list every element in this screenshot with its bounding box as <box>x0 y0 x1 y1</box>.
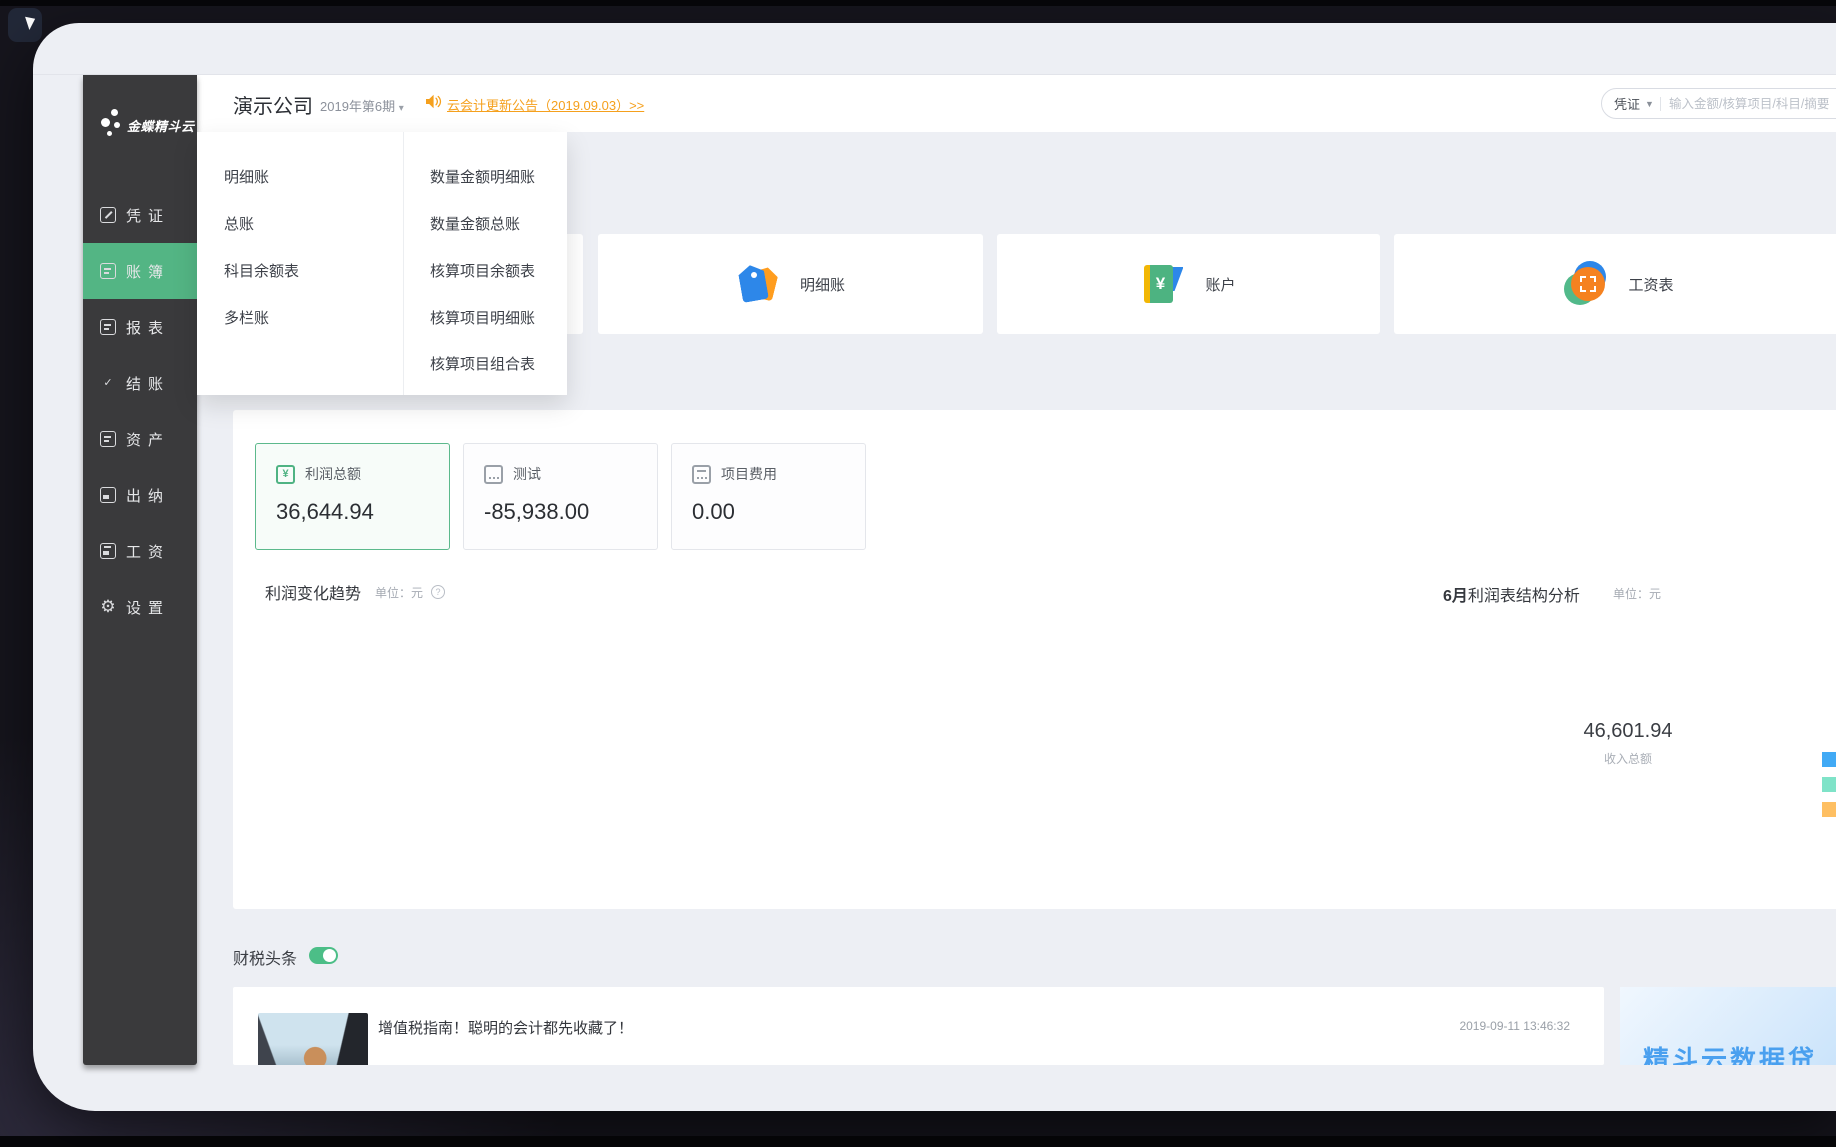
profit-yuan-icon: ¥ <box>276 465 295 484</box>
app-logo: 金蝶精斗云 <box>83 107 197 151</box>
news-toggle[interactable] <box>309 947 338 964</box>
cashier-icon <box>100 487 116 503</box>
sidebar-item-closing[interactable]: ✓ 结账 <box>83 355 197 411</box>
sidebar-item-report[interactable]: 报表 <box>83 299 197 355</box>
trend-chart-unit: 单位：元 <box>375 584 423 601</box>
legend-swatch-blue <box>1822 752 1836 767</box>
period-selector[interactable]: 2019年第6期 ▾ <box>320 96 404 115</box>
document-icon <box>692 465 711 484</box>
search-category[interactable]: 凭证 <box>1614 94 1640 113</box>
ledger-dropdown-menu: 明细账 总账 科目余额表 多栏账 数量金额明细账 数量金额总账 核算项目余额表 … <box>197 132 567 395</box>
menu-item-general-ledger[interactable]: 总账 <box>224 211 254 239</box>
menu-item-multi-column[interactable]: 多栏账 <box>224 305 269 333</box>
legend-swatch-orange <box>1822 802 1836 817</box>
sidebar-item-salary[interactable]: 工资 <box>83 523 197 579</box>
stat-value: 0.00 <box>692 499 735 525</box>
stat-card-total-profit[interactable]: ¥ 利润总额 36,644.94 <box>255 443 450 550</box>
tags-icon <box>736 261 782 307</box>
sidebar: 金蝶精斗云 凭证 账簿 报表 ✓ 结账 资产 <box>83 75 197 1065</box>
sidebar-item-asset[interactable]: 资产 <box>83 411 197 467</box>
quick-card-detail-ledger[interactable]: 明细账 <box>598 234 983 334</box>
focus-circles-icon <box>1564 261 1610 307</box>
donut-center-label: 收入总额 <box>1528 750 1728 767</box>
menu-item-project-balance[interactable]: 核算项目余额表 <box>430 258 535 286</box>
stat-value: -85,938.00 <box>484 499 589 525</box>
menu-item-account-balance[interactable]: 科目余额表 <box>224 258 299 286</box>
news-panel[interactable]: 增值税指南！聪明的会计都先收藏了！ 2019-09-11 13:46:32 <box>233 987 1604 1065</box>
news-item-title[interactable]: 增值税指南！聪明的会计都先收藏了！ <box>378 1017 633 1038</box>
logo-dots-icon <box>101 109 125 143</box>
gear-icon: ⚙ <box>100 599 116 615</box>
help-icon[interactable]: ? <box>431 585 445 599</box>
sidebar-item-cashier[interactable]: 出纳 <box>83 467 197 523</box>
report-icon <box>100 319 116 335</box>
salary-icon <box>100 543 116 559</box>
divider <box>1660 97 1661 111</box>
monitor-icon <box>484 465 503 484</box>
quick-card-salary-sheet[interactable]: 工资表 <box>1394 234 1836 334</box>
announcement-link[interactable]: 云会计更新公告（2019.09.03）>> <box>447 95 644 114</box>
speaker-icon <box>425 94 442 114</box>
voucher-icon <box>100 207 116 223</box>
sidebar-item-ledger[interactable]: 账簿 <box>83 243 197 299</box>
news-item-time: 2019-09-11 13:46:32 <box>1459 1019 1570 1033</box>
stat-card-test[interactable]: 测试 -85,938.00 <box>463 443 658 550</box>
stat-card-project-expense[interactable]: 项目费用 0.00 <box>671 443 866 550</box>
asset-icon <box>100 431 116 447</box>
closing-check-icon: ✓ <box>100 375 116 391</box>
wallet-yuan-icon: ¥ <box>1141 261 1187 307</box>
stat-value: 36,644.94 <box>276 499 374 525</box>
menu-item-detail-ledger[interactable]: 明细账 <box>224 164 269 192</box>
menu-item-qty-amount-detail[interactable]: 数量金额明细账 <box>430 164 535 192</box>
company-name[interactable]: 演示公司 <box>233 90 313 119</box>
news-section-title: 财税头条 <box>233 945 297 969</box>
sidebar-item-settings[interactable]: ⚙ 设置 <box>83 579 197 635</box>
legend-swatch-teal <box>1822 777 1836 792</box>
structure-chart-unit: 单位：元 <box>1613 585 1661 602</box>
search-input[interactable] <box>1669 97 1836 111</box>
chevron-down-icon: ▾ <box>399 103 404 114</box>
logo-text: 金蝶精斗云 <box>127 116 195 135</box>
top-black-strip <box>0 0 1836 6</box>
menu-item-project-detail[interactable]: 核算项目明细账 <box>430 305 535 333</box>
news-thumbnail-image <box>258 1013 368 1065</box>
ledger-icon <box>100 263 116 279</box>
divider <box>403 132 404 395</box>
toggle-knob <box>323 949 336 962</box>
header-bar: 演示公司 2019年第6期 ▾ 云会计更新公告（2019.09.03）>> 凭证… <box>197 75 1836 132</box>
quick-card-accounts[interactable]: ¥ 账户 <box>997 234 1380 334</box>
bottom-black-strip <box>0 1136 1836 1147</box>
chevron-down-icon: ▼ <box>1645 99 1654 109</box>
window-top-strip <box>33 23 1836 75</box>
sidebar-item-voucher[interactable]: 凭证 <box>83 187 197 243</box>
promo-label: 精斗云数据贷 <box>1643 1040 1817 1065</box>
trend-chart-title: 利润变化趋势 <box>265 580 361 604</box>
menu-item-project-combined[interactable]: 核算项目组合表 <box>430 351 535 379</box>
global-search[interactable]: 凭证 ▼ <box>1601 88 1836 119</box>
structure-chart-title: 6月利润表结构分析 <box>1443 582 1580 606</box>
trend-chart-header: 利润变化趋势 单位：元 ? <box>265 580 445 604</box>
donut-center-value: 46,601.94 <box>1528 720 1728 743</box>
menu-item-qty-amount-general[interactable]: 数量金额总账 <box>430 211 520 239</box>
app-window: 演示公司 2019年第6期 ▾ 云会计更新公告（2019.09.03）>> 凭证… <box>33 23 1836 1111</box>
period-label: 2019年第6期 <box>320 99 395 114</box>
promo-banner[interactable]: 精斗云数据贷 <box>1620 987 1836 1065</box>
screen: 演示公司 2019年第6期 ▾ 云会计更新公告（2019.09.03）>> 凭证… <box>0 0 1836 1147</box>
analytics-panel: ¥ 利润总额 36,644.94 测试 -85,938.00 项目费用 0.00 <box>233 410 1836 909</box>
